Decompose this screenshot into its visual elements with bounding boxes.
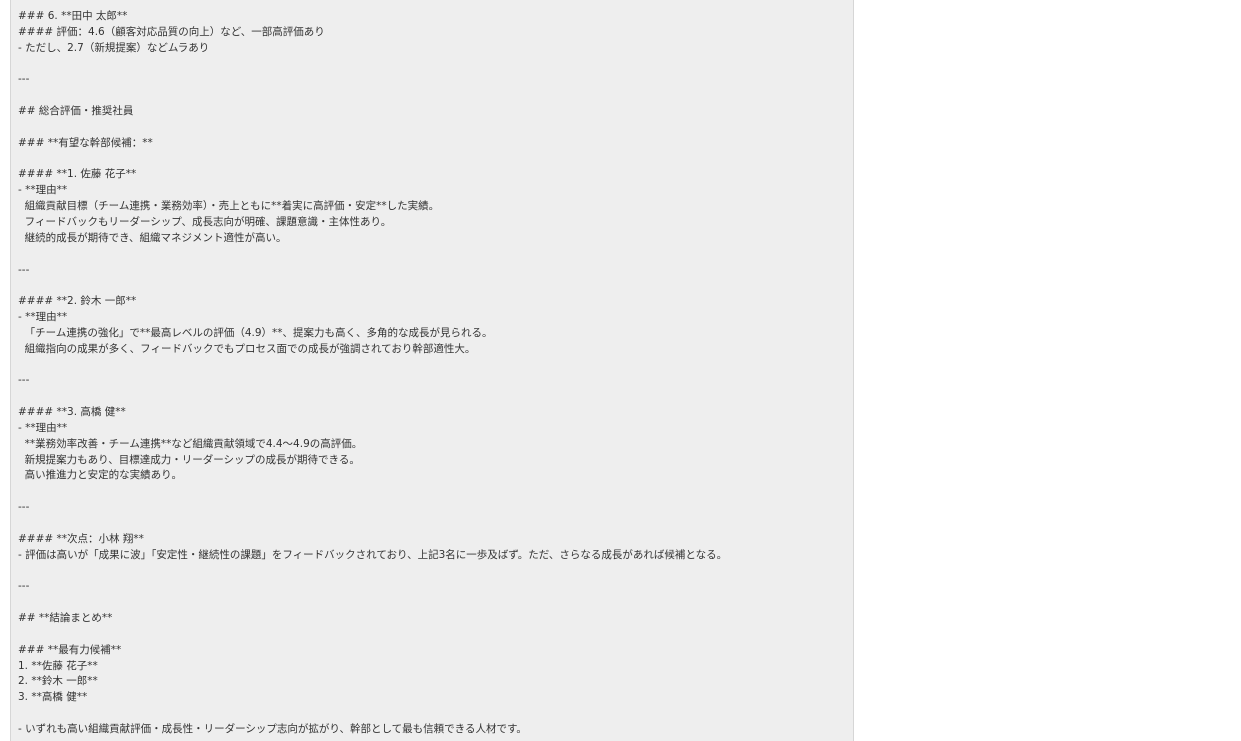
text-line: 3. **高橋 健** [18, 691, 88, 704]
text-line: #### 評価：4.6（顧客対応品質の向上）など、一部高評価あり [18, 25, 325, 38]
text-line: 継続的成長が期待でき、組織マネジメント適性が高い。 [18, 231, 287, 244]
text-line: 「チーム連携の強化」で**最高レベルの評価（4.9）**、提案力も高く、多角的な… [18, 326, 493, 339]
text-line: - **理由** [18, 421, 68, 434]
text-line: #### **3. 高橋 健** [18, 406, 126, 419]
text-line: #### **次点：小林 翔** [18, 532, 144, 545]
text-line: --- [18, 501, 30, 514]
text-line [18, 516, 727, 532]
text-line [18, 247, 727, 263]
text-line: - **理由** [18, 311, 68, 324]
markdown-content: ### 6. **田中 太郎** #### 評価：4.6（顧客対応品質の向上）など… [18, 9, 727, 738]
text-line: ### **有望な幹部候補：** [18, 136, 153, 149]
text-line: --- [18, 263, 30, 276]
text-line [18, 484, 727, 500]
text-line: 1. **佐藤 花子** [18, 659, 98, 672]
text-line: **業務効率改善・チーム連携**など組織貢献領域で4.4〜4.9の高評価。 [18, 437, 363, 450]
app-window: ### 6. **田中 太郎** #### 評価：4.6（顧客対応品質の向上）など… [0, 0, 1241, 741]
text-line [18, 358, 727, 374]
text-line: - 評価は高いが「成果に波」「安定性・継続性の課題」をフィードバックされており、… [18, 548, 728, 561]
text-line [18, 120, 727, 136]
text-line: --- [18, 374, 30, 387]
text-line [18, 88, 727, 104]
text-line [18, 564, 727, 580]
text-line [18, 706, 727, 722]
text-line: 高い推進力と安定的な実績あり。 [18, 469, 182, 482]
text-line: 組織指向の成果が多く、フィードバックでもプロセス面での成長が強調されており幹部適… [18, 342, 476, 355]
markdown-text-panel[interactable]: ### 6. **田中 太郎** #### 評価：4.6（顧客対応品質の向上）など… [10, 0, 854, 741]
text-line [18, 595, 727, 611]
text-line: - **理由** [18, 184, 68, 197]
text-line [18, 389, 727, 405]
text-line: ## 総合評価・推奨社員 [18, 105, 134, 118]
text-line: フィードバックもリーダーシップ、成長志向が明確、課題意識・主体性あり。 [18, 215, 392, 228]
text-line: 新規提案力もあり、目標達成力・リーダーシップの成長が期待できる。 [18, 453, 360, 466]
text-line [18, 57, 727, 73]
text-line: - いずれも高い組織貢献評価・成長性・リーダーシップ志向が拡がり、幹部として最も… [18, 722, 527, 735]
text-line: 組織貢献目標（チーム連携・業務効率）・売上ともに**着実に高評価・安定**した実… [18, 200, 440, 213]
text-line: #### **2. 鈴木 一郎** [18, 295, 137, 308]
text-line: --- [18, 73, 30, 86]
text-line [18, 278, 727, 294]
text-line: #### **1. 佐藤 花子** [18, 168, 137, 181]
text-line: ## **結論まとめ** [18, 612, 113, 625]
text-line: --- [18, 580, 30, 593]
text-line [18, 627, 727, 643]
text-line: 2. **鈴木 一郎** [18, 675, 98, 688]
text-line: ### 6. **田中 太郎** [18, 10, 128, 22]
text-line: ### **最有力候補** [18, 643, 122, 656]
text-line [18, 152, 727, 168]
text-line: - ただし、2.7（新規提案）などムラあり [18, 41, 210, 54]
